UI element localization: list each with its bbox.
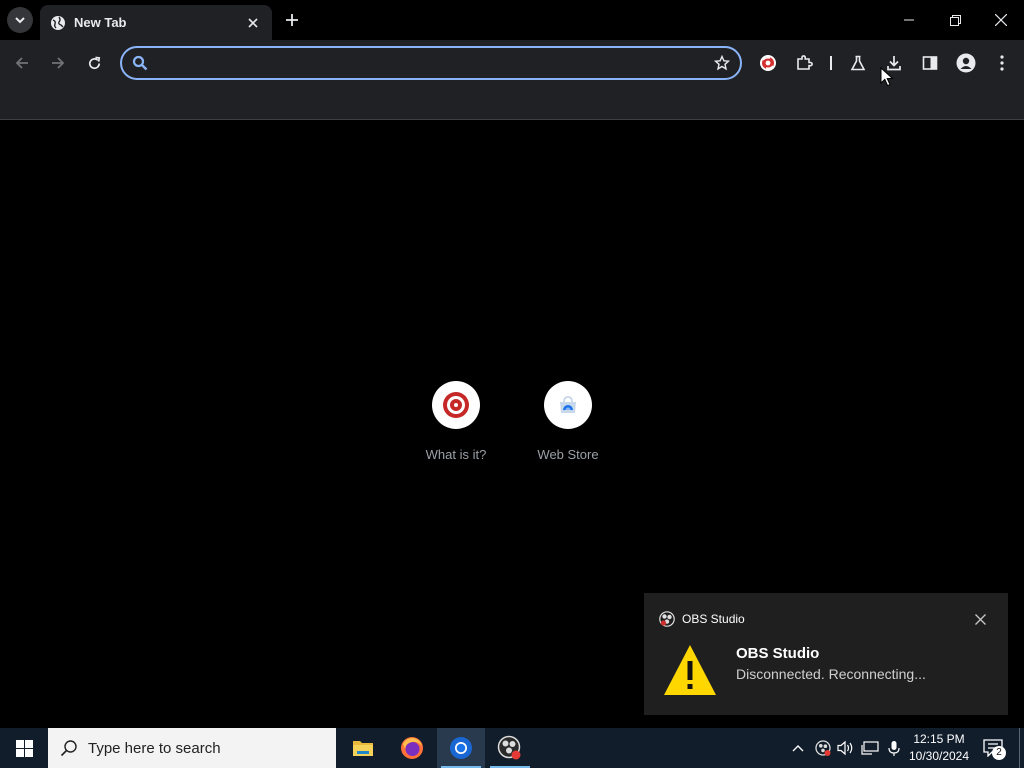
search-icon: [60, 740, 77, 757]
menu-button[interactable]: [988, 49, 1016, 77]
forward-button[interactable]: [44, 49, 72, 77]
action-center-button[interactable]: 2: [978, 734, 1008, 762]
shortcut-label: What is it?: [425, 447, 487, 462]
notification-count-badge: 2: [992, 746, 1006, 760]
file-explorer-icon: [353, 741, 373, 756]
obs-tray-button[interactable]: [813, 738, 833, 758]
volume-button[interactable]: [836, 738, 856, 758]
windows-logo-icon: [15, 739, 33, 757]
start-button[interactable]: [0, 728, 48, 768]
clock-date: 10/30/2024: [908, 749, 970, 763]
warning-triangle-icon: [664, 645, 716, 695]
tab-new-tab[interactable]: New Tab: [40, 5, 272, 40]
puzzle-icon: [797, 55, 813, 70]
red-spiral-logo-icon: [443, 392, 469, 418]
firefox-icon: [401, 737, 423, 759]
restore-icon: [949, 14, 961, 26]
shortcut-web-store[interactable]: Web Store: [523, 381, 613, 462]
clock-time: 12:15 PM: [913, 732, 965, 746]
back-button[interactable]: [8, 49, 36, 77]
obs-extension-icon: [760, 55, 776, 71]
obs-tray-icon: [814, 739, 831, 756]
mouse-cursor-icon: [880, 67, 894, 87]
shortcut-icon-circle: [544, 381, 592, 429]
new-tab-button[interactable]: [280, 8, 304, 32]
reload-button[interactable]: [80, 49, 108, 77]
close-icon: [248, 17, 258, 28]
toast-message: Disconnected. Reconnecting...: [736, 666, 926, 682]
system-clock[interactable]: 12:15 PM 10/30/2024: [904, 731, 974, 765]
chevron-down-icon: [15, 17, 25, 24]
forward-icon: [52, 57, 65, 69]
show-desktop-button[interactable]: [1019, 728, 1020, 768]
toast-title: OBS Studio: [736, 645, 820, 662]
address-bar[interactable]: [120, 46, 742, 80]
minimize-icon: [904, 19, 914, 21]
globe-icon: [51, 15, 65, 30]
chevron-up-icon: [792, 745, 804, 752]
toast-app-header: OBS Studio: [659, 611, 745, 627]
kebab-menu-icon: [1000, 55, 1004, 71]
extensions-button[interactable]: [790, 49, 818, 77]
title-bar: New Tab: [0, 0, 1024, 40]
windows-taskbar: 12:15 PM 10/30/2024 2: [0, 728, 1024, 768]
browser-toolbar: [0, 40, 1024, 86]
shortcut-what-is-it[interactable]: What is it?: [411, 381, 501, 462]
network-button[interactable]: [860, 738, 880, 758]
side-panel-button[interactable]: [916, 49, 944, 77]
toast-app-name: OBS Studio: [682, 612, 745, 626]
reload-icon: [88, 56, 100, 69]
shortcut-label: Web Store: [537, 447, 599, 462]
labs-flask-icon: [850, 55, 866, 71]
tab-title: New Tab: [74, 15, 127, 30]
speaker-icon: [837, 740, 853, 756]
close-window-button[interactable]: [978, 0, 1024, 40]
firefox-taskbar-button[interactable]: [388, 728, 436, 768]
taskbar-search-box[interactable]: [48, 728, 336, 768]
toolbar-divider: [830, 56, 832, 70]
minimize-button[interactable]: [886, 0, 932, 40]
shortcut-icon-circle: [432, 381, 480, 429]
show-hidden-icons-button[interactable]: [788, 738, 808, 758]
close-icon: [995, 14, 1007, 26]
obs-taskbar-button[interactable]: [486, 728, 534, 768]
obs-icon: [497, 735, 521, 760]
microphone-button[interactable]: [884, 738, 904, 758]
star-icon[interactable]: [714, 55, 730, 71]
search-icon: [132, 55, 148, 71]
close-icon: [974, 613, 986, 625]
file-explorer-taskbar-button[interactable]: [339, 728, 387, 768]
obs-notification-toast[interactable]: OBS Studio OBS Studio Disconnected. Reco…: [644, 593, 1008, 715]
address-input[interactable]: [156, 55, 714, 71]
microphone-icon: [888, 740, 900, 756]
bookmarks-bar: [0, 86, 1024, 120]
taskbar-search-input[interactable]: [88, 739, 318, 757]
tab-search-button[interactable]: [7, 7, 33, 33]
obs-extension-button[interactable]: [754, 49, 782, 77]
tab-close-button[interactable]: [244, 14, 262, 32]
labs-button[interactable]: [844, 49, 872, 77]
plus-icon: [286, 14, 298, 26]
profile-icon: [956, 53, 976, 73]
chrome-icon: [450, 737, 472, 759]
toast-close-button[interactable]: [970, 609, 990, 629]
web-store-icon: [560, 396, 576, 413]
chrome-taskbar-button[interactable]: [437, 728, 485, 768]
obs-app-icon: [659, 611, 675, 627]
back-icon: [15, 57, 28, 69]
profile-button[interactable]: [952, 49, 980, 77]
network-icon: [861, 741, 879, 755]
side-panel-icon: [922, 56, 938, 70]
restore-button[interactable]: [932, 0, 978, 40]
